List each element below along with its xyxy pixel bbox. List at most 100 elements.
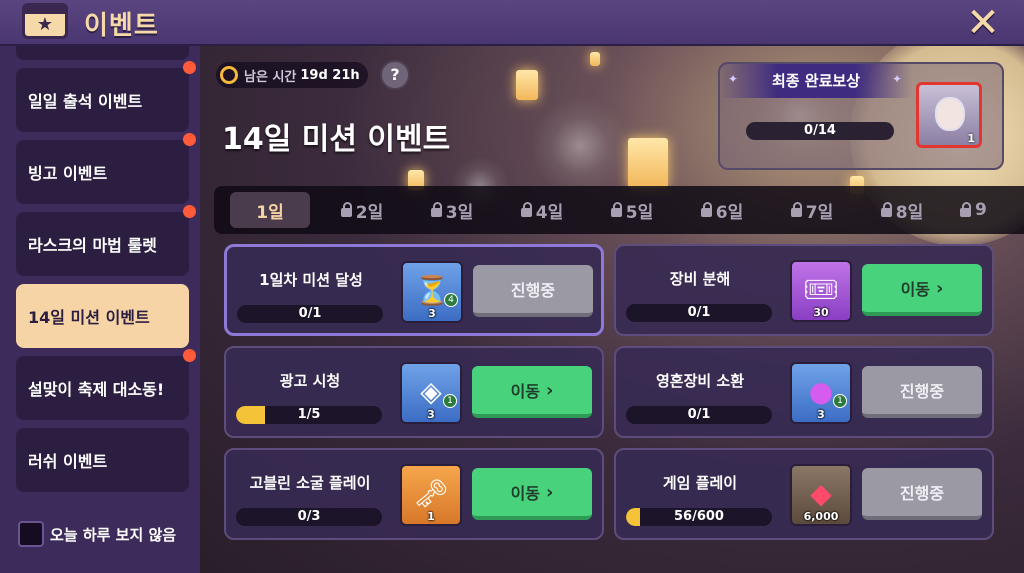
mission-card: 장비 분해 0/1 🎟 30 이동 › [614,244,994,336]
final-reward-progress: 0/14 [746,122,894,140]
reward-badge: 1 [833,394,847,408]
mission-progress-bar: 0/1 [626,406,772,424]
mission-progress-text: 1/5 [297,407,321,422]
sidebar-item-rush[interactable]: 러쉬 이벤트 [16,428,189,492]
reward-quantity: 30 [813,306,829,319]
tab-label: 3일 [445,202,474,223]
tab-day-2[interactable]: 2일 [322,192,402,228]
mission-card: 1일차 미션 달성 0/1 ⏳ 4 3 진행중 [224,244,604,336]
go-button[interactable]: 이동 › [862,264,982,316]
tab-label: 7일 [805,202,834,223]
in-progress-button[interactable]: 진행중 [862,366,982,418]
sidebar-item-new-year-festival[interactable]: 설맞이 축제 대소동! [16,349,196,420]
tab-label: 6일 [715,202,744,223]
reward-quantity: 3 [428,307,436,320]
character-reward-icon[interactable]: 1 [916,82,982,148]
sidebar-item-label: 설맞이 축제 대소동! [28,380,165,399]
reward-item[interactable]: ◈ 1 3 [400,362,462,424]
tab-day-5[interactable]: 5일 [592,192,672,228]
firework-decoration [530,96,630,196]
day-tabs: 1일 2일 3일 4일 5일 6일 7일 8일 9 [214,186,1024,234]
mission-progress-bar: 0/3 [236,508,382,526]
lock-icon [700,201,712,217]
stopwatch-icon [220,66,238,84]
button-label: 진행중 [899,382,945,401]
mission-name: 장비 분해 [669,270,731,288]
title-bar: ★ 이벤트 ✕ [0,0,1024,46]
notification-dot [183,133,196,146]
sidebar-item-daily-attendance[interactable]: 일일 출석 이벤트 [16,61,196,132]
reward-quantity: 3 [427,408,435,421]
reward-item[interactable]: 🗝 1 [400,464,462,526]
reward-count: 1 [967,132,975,145]
lock-icon [880,201,892,217]
button-label: 이동 [900,280,931,299]
mission-card: 광고 시청 1/5 ◈ 1 3 이동 › [224,346,604,438]
button-label: 진행중 [510,281,556,300]
go-button[interactable]: 이동 › [472,366,592,418]
reward-item[interactable]: ⏳ 4 3 [401,261,463,323]
sidebar-item-partial[interactable] [16,46,189,60]
mission-progress-bar: 0/1 [237,305,383,323]
mission-card: 게임 플레이 56/600 ◆ 6,000 진행중 [614,448,994,540]
notification-dot [183,205,196,218]
mission-card: 고블린 소굴 플레이 0/3 🗝 1 이동 › [224,448,604,540]
button-label: 이동 [510,484,541,503]
tab-day-9[interactable]: 9 [952,192,1012,228]
final-reward-title: 최종 완료보상 [720,64,912,98]
tab-day-1[interactable]: 1일 [230,192,310,228]
mission-progress-bar: 0/1 [626,304,772,322]
go-button[interactable]: 이동 › [472,468,592,520]
mission-name: 1일차 미션 달성 [259,271,363,289]
lock-icon [430,201,442,217]
close-icon[interactable]: ✕ [962,3,1004,43]
tab-day-4[interactable]: 4일 [502,192,582,228]
reward-quantity: 1 [427,510,435,523]
chevron-right-icon: › [546,481,554,503]
tab-day-7[interactable]: 7일 [772,192,852,228]
tab-label: 9 [975,200,987,220]
sidebar-item-label: 라스크의 마법 룰렛 [28,236,157,255]
sidebar-item-bingo[interactable]: 빙고 이벤트 [16,133,196,204]
tab-label: 1일 [256,202,284,223]
tab-day-6[interactable]: 6일 [682,192,762,228]
button-label: 이동 [510,382,541,401]
reward-item[interactable]: ◆ 6,000 [790,464,852,526]
reward-badge: 1 [443,394,457,408]
reward-quantity: 6,000 [803,510,839,523]
final-reward-panel: 최종 완료보상 ✦ ✦ 0/14 1 [718,62,1004,170]
tab-day-8[interactable]: 8일 [862,192,942,228]
notification-dot [183,349,196,362]
mission-progress-bar: 1/5 [236,406,382,424]
tab-label: 8일 [895,202,924,223]
mission-progress-text: 0/1 [687,407,711,422]
notification-dot [183,61,196,74]
help-button[interactable]: ? [380,60,410,90]
reward-quantity: 3 [817,408,825,421]
hide-today-option[interactable]: 오늘 하루 보지 않음 [18,521,176,547]
sidebar-item-roulette[interactable]: 라스크의 마법 룰렛 [16,205,196,276]
in-progress-button[interactable]: 진행중 [862,468,982,520]
event-sidebar: 일일 출석 이벤트 빙고 이벤트 라스크의 마법 룰렛 14일 미션 이벤트 설… [0,46,200,573]
timer-label: 남은 시간 [244,69,297,85]
sidebar-item-14day-mission[interactable]: 14일 미션 이벤트 [16,284,189,348]
lock-icon [340,201,352,217]
mission-progress-text: 56/600 [674,509,724,524]
reward-badge: 4 [444,293,458,307]
tab-label: 4일 [535,202,564,223]
event-main-panel: 남은 시간 19d 21h ? 14일 미션 이벤트 최종 완료보상 ✦ ✦ 0… [200,46,1024,573]
reward-item[interactable]: ● 1 3 [790,362,852,424]
hide-today-checkbox[interactable] [18,521,44,547]
event-calendar-icon: ★ [22,3,68,39]
in-progress-button[interactable]: 진행중 [473,265,593,317]
hide-today-label: 오늘 하루 보지 않음 [50,525,177,544]
mission-name: 영혼장비 소환 [655,372,745,390]
reward-item[interactable]: 🎟 30 [790,260,852,322]
tab-day-3[interactable]: 3일 [412,192,492,228]
sidebar-item-label: 빙고 이벤트 [28,164,108,183]
lock-icon [960,201,971,217]
timer-value: 19d 21h [300,67,360,83]
mission-name: 광고 시청 [279,372,341,390]
tab-label: 5일 [625,202,654,223]
tab-label: 2일 [355,202,384,223]
